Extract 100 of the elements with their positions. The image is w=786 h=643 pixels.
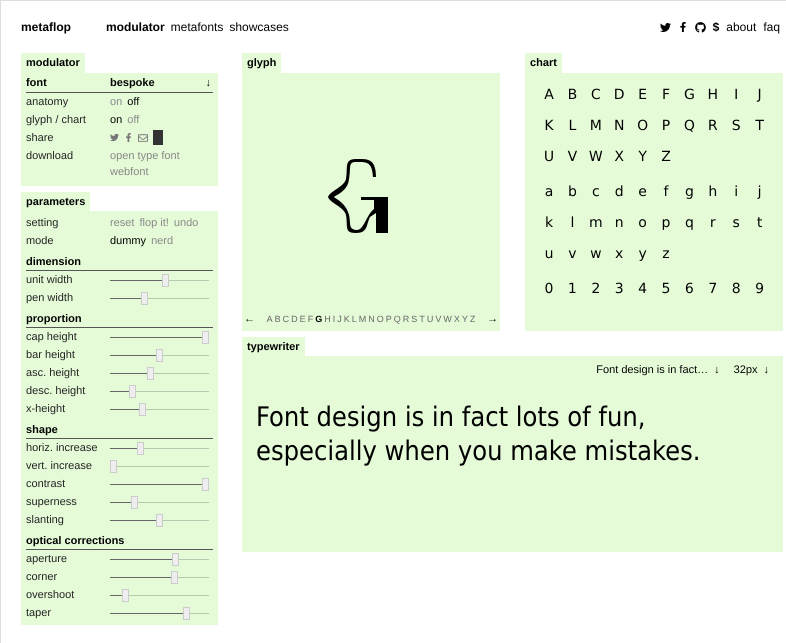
chart-glyph[interactable]: A xyxy=(537,84,561,106)
slider-thumb[interactable] xyxy=(202,330,209,344)
chart-glyph[interactable]: w xyxy=(584,244,608,264)
facebook-icon[interactable] xyxy=(678,22,688,32)
glyph-letter[interactable]: S xyxy=(411,312,418,326)
glyph-letter[interactable]: O xyxy=(376,312,384,326)
chart-glyph[interactable]: H xyxy=(700,84,725,106)
chart-glyph[interactable]: h xyxy=(700,182,725,202)
chart-glyph[interactable]: R xyxy=(700,116,725,136)
chart-glyph[interactable]: E xyxy=(630,84,655,106)
nav-link[interactable]: about xyxy=(726,18,756,36)
slider-thumb[interactable] xyxy=(136,442,144,454)
chart-glyph[interactable]: 8 xyxy=(724,278,748,300)
glyph-letter[interactable]: G xyxy=(315,312,322,326)
nav-link[interactable]: faq xyxy=(763,18,780,36)
glyph-letter[interactable]: F xyxy=(308,312,314,326)
chart-glyph[interactable]: O xyxy=(630,116,655,136)
chart-glyph[interactable]: b xyxy=(560,182,584,202)
chart-glyph[interactable]: T xyxy=(748,116,772,136)
chart-glyph[interactable]: W xyxy=(584,146,608,168)
slider-thumb[interactable] xyxy=(172,552,179,566)
chart-glyph[interactable]: P xyxy=(654,116,678,136)
text-select[interactable]: Font design is in fact… ↓ xyxy=(596,362,720,378)
github-icon[interactable] xyxy=(694,22,706,32)
chart-glyph[interactable]: B xyxy=(560,84,584,106)
chart-glyph[interactable]: g xyxy=(677,182,702,202)
previous-arrow[interactable]: ← xyxy=(244,311,255,328)
chart-glyph[interactable]: N xyxy=(607,116,632,136)
slider-thumb[interactable] xyxy=(156,348,163,362)
glyph-letter[interactable]: E xyxy=(300,312,306,326)
chart-glyph[interactable]: j xyxy=(748,182,772,202)
site-logo[interactable]: metaflop xyxy=(21,18,101,36)
glyph-letter[interactable]: V xyxy=(435,312,442,326)
glyph-letter[interactable]: X xyxy=(454,312,460,326)
slider-thumb[interactable] xyxy=(131,496,138,508)
slider-thumb[interactable] xyxy=(122,588,129,602)
chart-glyph[interactable]: D xyxy=(607,84,632,106)
slider-thumb[interactable] xyxy=(138,402,146,416)
glyph-letter[interactable]: P xyxy=(386,312,392,326)
glyph-letter[interactable]: T xyxy=(419,312,425,326)
chart-glyph[interactable]: v xyxy=(560,244,584,264)
glyph-letter[interactable]: B xyxy=(274,312,281,326)
chart-glyph[interactable]: V xyxy=(560,146,584,168)
chart-glyph[interactable]: t xyxy=(748,212,772,234)
chart-glyph[interactable]: s xyxy=(724,212,748,234)
chart-glyph[interactable]: x xyxy=(607,244,632,264)
chart-glyph[interactable]: a xyxy=(537,182,561,202)
slider-thumb[interactable] xyxy=(202,478,209,490)
chart-glyph[interactable]: 6 xyxy=(677,278,702,300)
chart-glyph[interactable]: 0 xyxy=(537,278,561,300)
chart-glyph[interactable]: o xyxy=(630,212,655,234)
glyph-letter[interactable]: Y xyxy=(462,312,468,326)
chart-glyph[interactable]: G xyxy=(677,84,702,106)
chart-glyph[interactable]: n xyxy=(607,212,632,234)
donate-link[interactable]: $ xyxy=(712,18,720,36)
slider-thumb[interactable] xyxy=(146,366,154,380)
glyph-letter[interactable]: U xyxy=(426,312,434,326)
nav-link[interactable]: modulator xyxy=(106,18,165,36)
font-select[interactable]: bespoke ↓ xyxy=(110,74,213,92)
glyph-letter[interactable]: K xyxy=(344,312,350,326)
glyph-letter[interactable]: D xyxy=(291,312,298,326)
toggle-option[interactable]: dummy xyxy=(110,233,146,249)
glyph-letter[interactable]: W xyxy=(443,312,452,326)
chart-glyph[interactable]: r xyxy=(700,212,725,234)
chart-glyph[interactable]: K xyxy=(537,116,561,136)
chart-glyph[interactable]: m xyxy=(584,212,608,234)
chart-glyph[interactable]: Y xyxy=(630,146,655,168)
chart-glyph[interactable]: Z xyxy=(654,146,678,168)
chart-glyph[interactable]: d xyxy=(607,182,632,202)
toggle-option[interactable]: on xyxy=(110,112,122,128)
glyph-letter[interactable]: Z xyxy=(470,312,476,326)
glyph-letter[interactable]: A xyxy=(266,312,273,326)
chart-glyph[interactable]: 9 xyxy=(748,278,772,300)
chart-glyph[interactable]: I xyxy=(724,84,748,106)
chart-glyph[interactable]: S xyxy=(724,116,748,136)
chart-glyph[interactable]: 2 xyxy=(584,278,608,300)
size-select[interactable]: 32px ↓ xyxy=(734,362,769,378)
nav-link[interactable]: metafonts xyxy=(170,18,224,36)
chart-glyph[interactable]: y xyxy=(630,244,655,264)
chart-glyph[interactable]: i xyxy=(724,182,748,202)
glyph-letter[interactable]: C xyxy=(282,312,290,326)
chart-glyph[interactable]: 1 xyxy=(560,278,584,300)
chart-glyph[interactable]: F xyxy=(654,84,678,106)
chart-glyph[interactable]: 4 xyxy=(630,278,655,300)
chart-glyph[interactable]: l xyxy=(560,212,584,234)
chart-glyph[interactable]: 5 xyxy=(654,278,678,300)
glyph-letter[interactable]: I xyxy=(332,312,336,326)
chart-glyph[interactable]: C xyxy=(584,84,608,106)
slider-thumb[interactable] xyxy=(110,460,117,472)
glyph-letter[interactable]: N xyxy=(368,312,375,326)
twitter-icon[interactable] xyxy=(660,22,671,32)
chart-glyph[interactable]: p xyxy=(654,212,678,234)
nav-link[interactable]: showcases xyxy=(229,18,289,36)
chart-glyph[interactable]: X xyxy=(607,146,632,168)
chart-glyph[interactable]: M xyxy=(584,116,608,136)
toggle-option[interactable]: off xyxy=(127,94,140,110)
glyph-letter[interactable]: L xyxy=(352,312,357,326)
chart-glyph[interactable]: J xyxy=(748,84,772,106)
chart-glyph[interactable]: k xyxy=(537,212,561,234)
mail-icon[interactable] xyxy=(138,132,148,142)
